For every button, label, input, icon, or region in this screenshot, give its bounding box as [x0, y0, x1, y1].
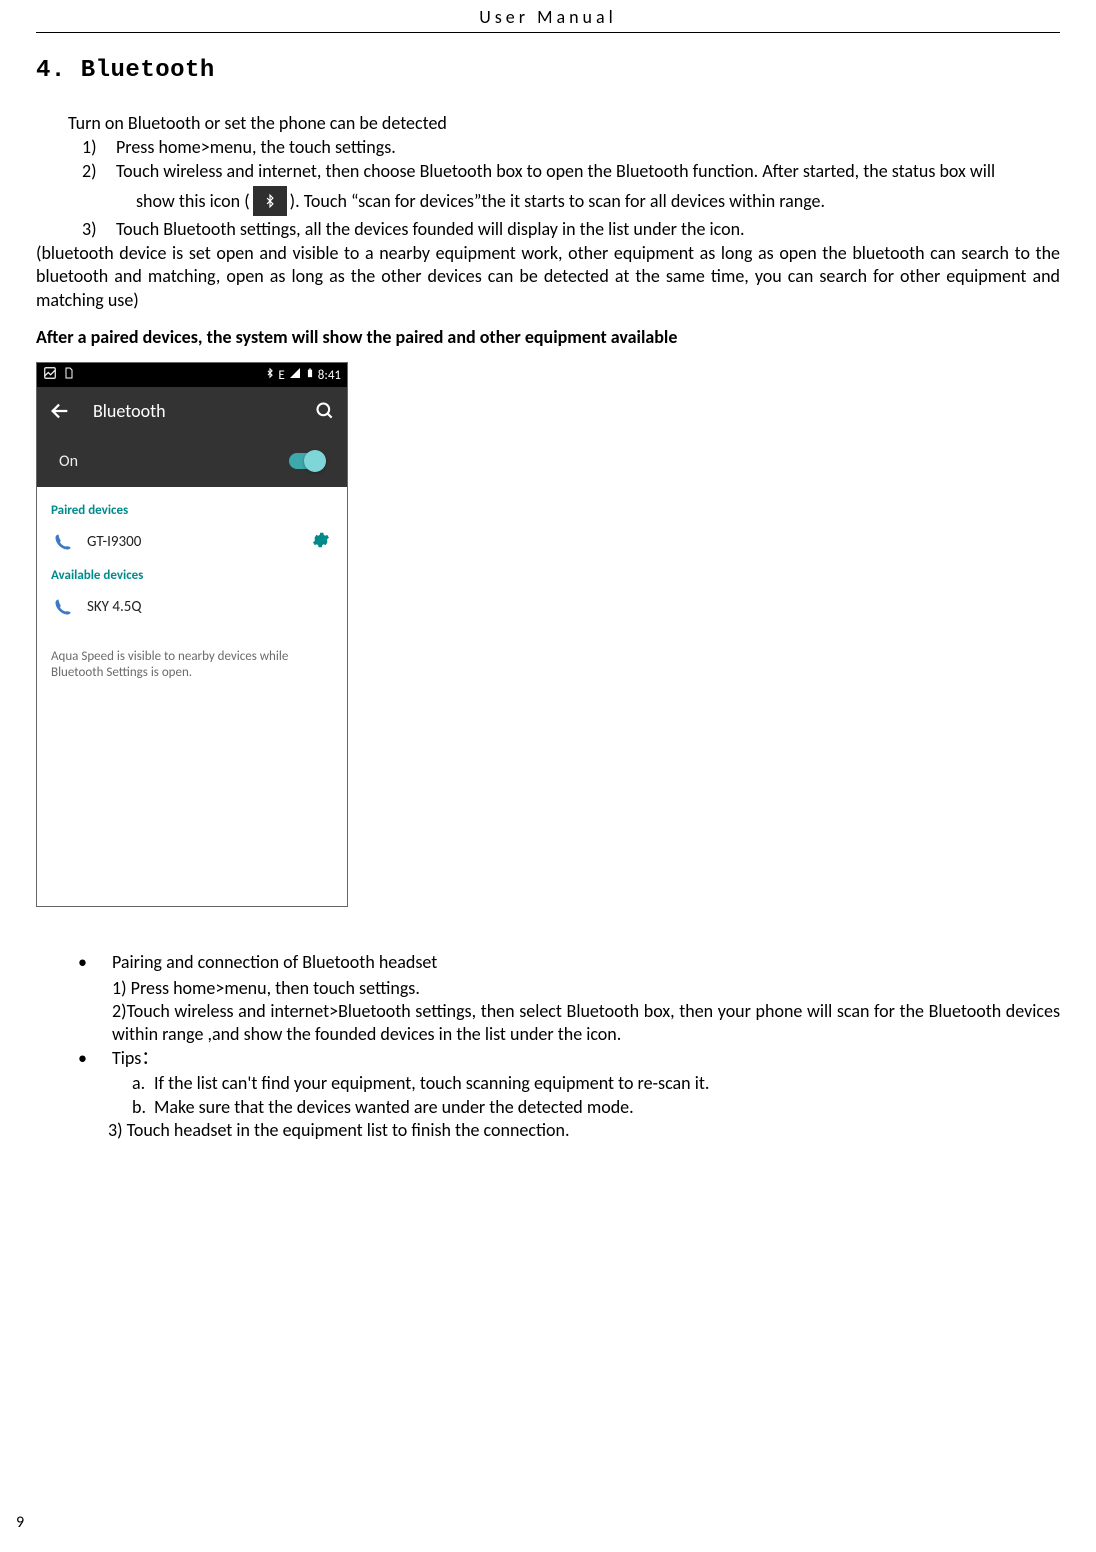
battery-icon — [305, 366, 315, 384]
step-3: 3) Touch Bluetooth settings, all the dev… — [116, 218, 1060, 240]
sim-icon — [63, 366, 75, 384]
tip-b-text: Make sure that the devices wanted are un… — [154, 1096, 634, 1118]
bluetooth-icon — [265, 366, 275, 384]
tip-b: b. Make sure that the devices wanted are… — [132, 1096, 1060, 1119]
network-type: E — [278, 368, 284, 383]
step-3-num: 3) — [82, 218, 97, 240]
available-device-name: SKY 4.5Q — [87, 598, 333, 616]
tip-a: a. If the list can't find your equipment… — [132, 1072, 1060, 1095]
tip-b-label: b. — [132, 1096, 146, 1119]
pairing-step-3: 3) Touch headset in the equipment list t… — [108, 1119, 1060, 1142]
step-1-text: Press home>menu, the touch settings. — [116, 136, 396, 158]
available-devices-label: Available devices — [51, 562, 333, 587]
step-2-line2b: ). Touch “scan for devices”the it starts… — [290, 190, 825, 212]
bluetooth-statusbar-icon — [253, 186, 287, 216]
phone-appbar: Bluetooth On — [37, 387, 347, 487]
paired-devices-label: Paired devices — [51, 497, 333, 522]
gear-icon[interactable] — [311, 530, 333, 555]
bullet-pairing-title: Pairing and connection of Bluetooth head… — [112, 951, 437, 973]
appbar-title: Bluetooth — [93, 400, 315, 422]
bluetooth-toggle[interactable] — [289, 453, 325, 469]
pairing-step-2: 2)Touch wireless and internet>Bluetooth … — [112, 1000, 1060, 1047]
header-rule — [36, 32, 1060, 33]
tip-a-label: a. — [132, 1072, 145, 1095]
bluetooth-state-label: On — [59, 452, 78, 471]
search-icon[interactable] — [315, 401, 335, 421]
phone-device-icon — [51, 598, 75, 616]
step-2-line1: Touch wireless and internet, then choose… — [116, 160, 995, 182]
step-1-num: 1) — [82, 136, 97, 158]
step-2-line2a: show this icon ( — [136, 190, 250, 212]
pairing-step-1: 1) Press home>menu, then touch settings. — [112, 977, 1060, 1000]
paired-device-row[interactable]: GT-I9300 — [51, 522, 333, 562]
bullet-pairing: Pairing and connection of Bluetooth head… — [36, 951, 1060, 974]
bullet-tips-title: Tips： — [112, 1047, 159, 1069]
after-paired-heading: After a paired devices, the system will … — [36, 326, 1060, 348]
tip-a-text: If the list can't find your equipment, t… — [154, 1072, 709, 1094]
signal-icon — [288, 367, 302, 383]
bullet-tips: Tips： — [36, 1047, 1060, 1070]
paired-device-name: GT-I9300 — [87, 533, 311, 551]
status-time: 8:41 — [318, 368, 341, 383]
doc-header: User Manual — [36, 0, 1060, 28]
step-1: 1) Press home>menu, the touch settings. — [116, 136, 1060, 158]
page-number: 9 — [16, 1513, 24, 1532]
step-2: 2) Touch wireless and internet, then cho… — [116, 160, 1060, 216]
image-icon — [43, 366, 57, 384]
visibility-text: Aqua Speed is visible to nearby devices … — [51, 649, 333, 682]
phone-device-icon — [51, 533, 75, 551]
intro-text: Turn on Bluetooth or set the phone can b… — [68, 112, 1060, 134]
phone-screenshot: E 8:41 Bluetooth On — [36, 362, 348, 907]
phone-statusbar: E 8:41 — [37, 363, 347, 387]
step-2-num: 2) — [82, 160, 97, 182]
step-3-text: Touch Bluetooth settings, all the device… — [116, 218, 745, 240]
back-icon[interactable] — [49, 400, 71, 422]
bluetooth-note: (bluetooth device is set open and visibl… — [36, 242, 1060, 312]
section-heading: 4. Bluetooth — [36, 57, 1060, 84]
available-device-row[interactable]: SKY 4.5Q — [51, 587, 333, 627]
